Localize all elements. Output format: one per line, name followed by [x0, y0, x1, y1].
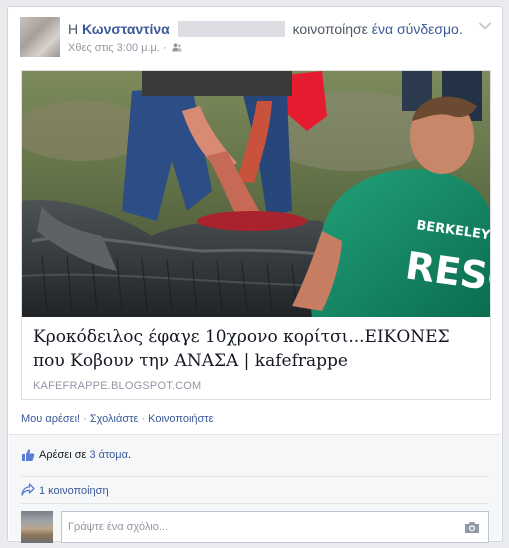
story-actions: Μου αρέσει! · Σχολιάστε · Κοινοποιήστε: [21, 413, 214, 425]
action-dot-2: ·: [138, 413, 149, 425]
like-action[interactable]: Μου αρέσει!: [21, 413, 80, 425]
story-meta: Χθες στις 3:00 μ.μ. ·: [68, 42, 182, 54]
camera-icon[interactable]: [464, 521, 480, 534]
likes-count-link[interactable]: 3 άτομα: [89, 449, 128, 461]
comment-input[interactable]: Γράψτε ένα σχόλιο...: [61, 511, 489, 543]
likes-summary: Αρέσει σε 3 άτομα.: [39, 449, 131, 461]
comment-action[interactable]: Σχολιάστε: [90, 413, 139, 425]
redacted-surname: [177, 21, 285, 37]
comment-row: Γράψτε ένα σχόλιο...: [21, 503, 489, 543]
link-attachment[interactable]: BERKELEY CO RESC Κροκόδειλος έφαγε 10χρο…: [21, 70, 491, 400]
attachment-source: KAFEFRAPPE.BLOGSPOT.COM: [33, 380, 202, 392]
headline-prefix: Η: [68, 21, 79, 37]
story-headline: Η Κωνσταντίνα κοινοποίησε ένα σύνδεσμο.: [68, 21, 463, 37]
share-action[interactable]: Κοινοποιήστε: [148, 413, 213, 425]
likes-prefix: Αρέσει σε: [39, 449, 87, 461]
viewer-avatar: [21, 511, 53, 543]
meta-separator: ·: [159, 42, 170, 54]
story-header: Η Κωνσταντίνα κοινοποίησε ένα σύνδεσμο. …: [20, 17, 492, 61]
shares-count-link[interactable]: 1 κοινοποίηση: [39, 485, 109, 497]
thumbs-up-icon: [22, 449, 35, 461]
author-avatar[interactable]: [20, 17, 60, 57]
comment-placeholder: Γράψτε ένα σχόλιο...: [68, 521, 169, 533]
headline-action: κοινοποίησε: [292, 21, 368, 37]
attachment-title[interactable]: Κροκόδειλος έφαγε 10χρονο κορίτσι...ΕΙΚΟ…: [33, 325, 483, 373]
attachment-photo[interactable]: BERKELEY CO RESC: [22, 71, 490, 317]
shared-link-label[interactable]: ένα σύνδεσμο: [372, 21, 459, 37]
author-name-link[interactable]: Κωνσταντίνα: [82, 21, 170, 37]
crocodile-photo-image: BERKELEY CO RESC: [22, 71, 490, 317]
likes-row: Αρέσει σε 3 άτομα.: [21, 446, 489, 468]
friends-audience-icon[interactable]: [171, 43, 182, 52]
headline-period: .: [458, 21, 463, 37]
feedback-section: Αρέσει σε 3 άτομα. 1 κοινοποίηση Γράψτε …: [9, 434, 501, 543]
share-arrow-icon: [21, 483, 35, 496]
feed-story: Η Κωνσταντίνα κοινοποίησε ένα σύνδεσμο. …: [7, 6, 503, 543]
action-dot-1: ·: [80, 413, 90, 425]
chevron-down-icon[interactable]: [478, 21, 492, 31]
shares-row: 1 κοινοποίηση: [21, 476, 489, 498]
likes-suffix: .: [128, 449, 132, 461]
timestamp-link[interactable]: Χθες στις 3:00 μ.μ.: [68, 42, 160, 54]
